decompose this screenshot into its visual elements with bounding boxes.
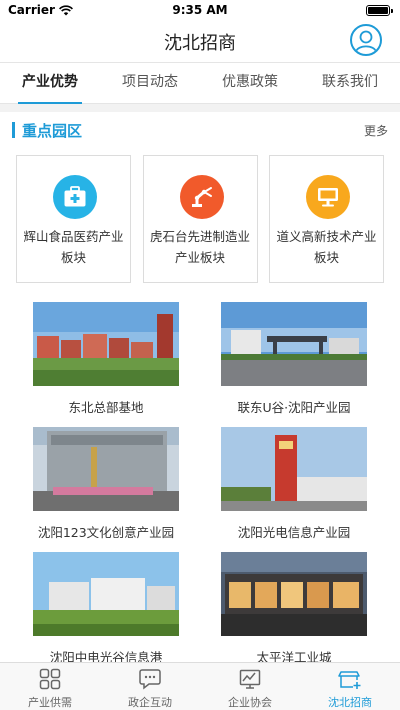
park-photo: [221, 427, 367, 511]
gallery-caption: 沈阳123文化创意产业园: [37, 525, 175, 540]
park-card-hushitai[interactable]: 虎石台先进制造业产业板块: [142, 155, 258, 283]
gallery-item[interactable]: 联东U谷·沈阳产业园: [221, 302, 367, 415]
park-photo: [221, 552, 367, 636]
gallery-caption: 联东U谷·沈阳产业园: [237, 400, 351, 415]
gallery-item[interactable]: 沈阳中电光谷信息港: [33, 552, 179, 665]
top-tabs: 产业优势 项目动态 优惠政策 联系我们: [0, 62, 400, 104]
gallery-item[interactable]: 东北总部基地: [33, 302, 179, 415]
chart-icon: [239, 669, 261, 689]
park-card-daoyi[interactable]: 道义高新技术产业板块: [269, 155, 384, 283]
park-photo: [221, 302, 367, 386]
bottom-tab-shenbei-invest[interactable]: 沈北招商: [300, 663, 400, 710]
section-accent-bar: [12, 122, 15, 138]
park-name: 辉山食品医药产业板块: [23, 229, 124, 265]
clock: 9:35 AM: [172, 3, 228, 17]
store-icon: [338, 671, 361, 689]
battery-icon: [366, 5, 393, 16]
bottom-tab-label: 政企互动: [128, 696, 172, 709]
bottom-tab-industry-supply[interactable]: 产业供需: [0, 663, 100, 710]
gallery-caption: 东北总部基地: [68, 400, 144, 415]
bottom-tab-bar: 产业供需 政企互动 企业协会 沈北招商: [0, 662, 400, 710]
gallery-item[interactable]: 太平洋工业城: [221, 552, 367, 665]
page-title: 沈北招商: [164, 33, 236, 54]
status-bar: Carrier 9:35 AM: [0, 0, 400, 20]
more-link[interactable]: 更多: [364, 122, 388, 139]
bottom-tab-enterprise-assoc[interactable]: 企业协会: [200, 663, 300, 710]
park-photo: [33, 427, 179, 511]
bottom-tab-label: 产业供需: [28, 696, 72, 709]
grid-icon: [39, 668, 61, 690]
chat-icon: [139, 669, 161, 690]
park-cards: 辉山食品医药产业板块 虎石台先进制造业产业板块 道义高新技术产业板块: [16, 155, 384, 283]
monitor-icon: [306, 175, 350, 219]
park-name: 道义高新技术产业板块: [276, 229, 377, 265]
gallery-item[interactable]: 沈阳123文化创意产业园: [33, 427, 179, 540]
user-icon: [355, 30, 377, 53]
robot-arm-icon: [179, 175, 224, 219]
gallery-item[interactable]: 沈阳光电信息产业园: [221, 427, 367, 540]
park-name: 虎石台先进制造业产业板块: [149, 229, 250, 265]
tab-project-news[interactable]: 项目动态: [118, 62, 182, 104]
section-title: 重点园区: [22, 122, 83, 140]
park-photo: [33, 552, 179, 636]
tab-contact-us[interactable]: 联系我们: [318, 62, 382, 104]
gallery-caption: 沈阳光电信息产业园: [237, 525, 351, 540]
tab-preferential-policy[interactable]: 优惠政策: [218, 62, 282, 104]
section-divider: [0, 104, 400, 112]
bottom-tab-label: 企业协会: [228, 696, 272, 709]
park-photo: [33, 302, 179, 386]
avatar[interactable]: [350, 24, 382, 56]
nav-bar: 沈北招商: [0, 20, 400, 62]
bottom-tab-gov-interaction[interactable]: 政企互动: [100, 663, 200, 710]
tab-industry-advantage[interactable]: 产业优势: [18, 62, 82, 104]
section-header: 重点园区 更多: [0, 116, 400, 146]
medical-kit-icon: [53, 175, 97, 219]
bottom-tab-label: 沈北招商: [328, 696, 372, 709]
park-card-huishan[interactable]: 辉山食品医药产业板块: [16, 155, 131, 283]
